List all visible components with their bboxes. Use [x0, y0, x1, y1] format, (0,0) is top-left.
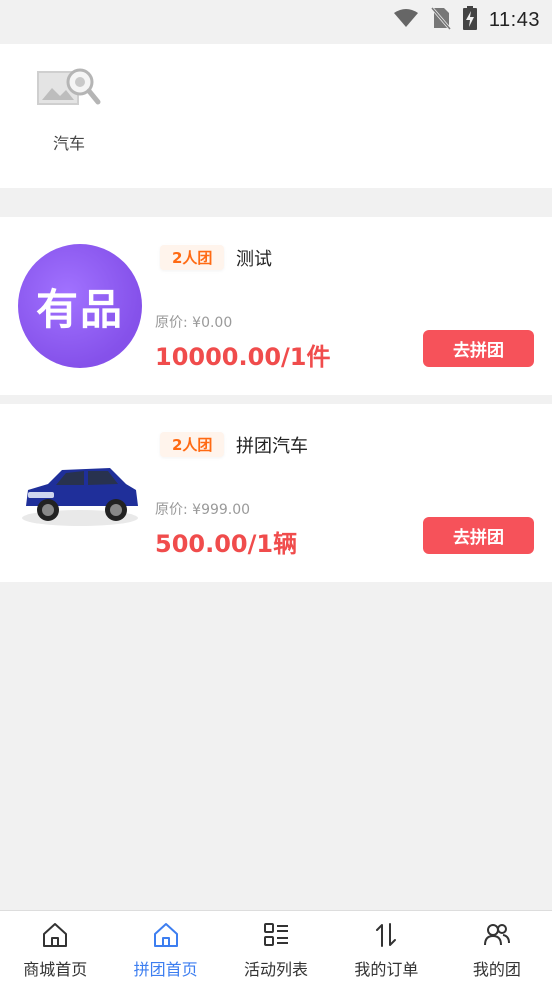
- nav-label: 拼团首页: [133, 960, 198, 979]
- category-item-car[interactable]: 汽车: [24, 66, 114, 166]
- join-group-button[interactable]: 去拼团: [423, 517, 534, 554]
- bottom-nav: 商城首页 拼团首页 活动列表 我的订单 我的团: [0, 910, 552, 983]
- nav-label: 我的订单: [354, 960, 419, 979]
- no-sim-icon: [430, 6, 452, 34]
- group-price: 500.00/1辆: [155, 530, 298, 558]
- original-price: 原价: ¥0.00: [155, 315, 233, 331]
- nav-label: 商城首页: [23, 960, 88, 979]
- join-group-button[interactable]: 去拼团: [423, 330, 534, 367]
- product-card[interactable]: 有品 2人团 测试 原价: ¥0.00 10000.00/1件 去拼团: [0, 217, 552, 395]
- nav-item-mall-home[interactable]: 商城首页: [0, 911, 110, 983]
- battery-charging-icon: [462, 6, 477, 34]
- nav-item-my-orders[interactable]: 我的订单: [331, 911, 441, 983]
- group-price: 10000.00/1件: [155, 343, 331, 371]
- original-price: 原价: ¥999.00: [155, 502, 251, 518]
- product-card[interactable]: 2人团 拼团汽车 原价: ¥999.00 500.00/1辆 去拼团: [0, 404, 552, 582]
- status-bar: 11:43: [0, 0, 552, 44]
- group-icon: [482, 920, 512, 950]
- home-icon: [40, 920, 70, 950]
- category-label: 汽车: [52, 134, 85, 153]
- status-icons: 11:43: [393, 6, 540, 34]
- nav-item-my-group[interactable]: 我的团: [442, 911, 552, 983]
- image-search-placeholder-icon: [36, 66, 102, 118]
- group-size-badge: 2人团: [160, 432, 225, 457]
- product-title: 拼团汽车: [236, 436, 308, 457]
- nav-item-activity-list[interactable]: 活动列表: [221, 911, 331, 983]
- product-thumbnail: 有品: [18, 244, 142, 368]
- home-icon: [151, 920, 181, 950]
- product-thumbnail-car: [18, 456, 142, 530]
- nav-label: 活动列表: [244, 960, 309, 979]
- product-title: 测试: [236, 249, 272, 270]
- sort-arrows-icon: [371, 920, 401, 950]
- list-icon: [261, 920, 291, 950]
- category-panel: 汽车: [0, 44, 552, 188]
- nav-label: 我的团: [472, 960, 521, 979]
- nav-item-group-home[interactable]: 拼团首页: [110, 911, 220, 983]
- status-time: 11:43: [488, 8, 540, 31]
- group-size-badge: 2人团: [160, 245, 225, 270]
- wifi-icon: [393, 8, 419, 32]
